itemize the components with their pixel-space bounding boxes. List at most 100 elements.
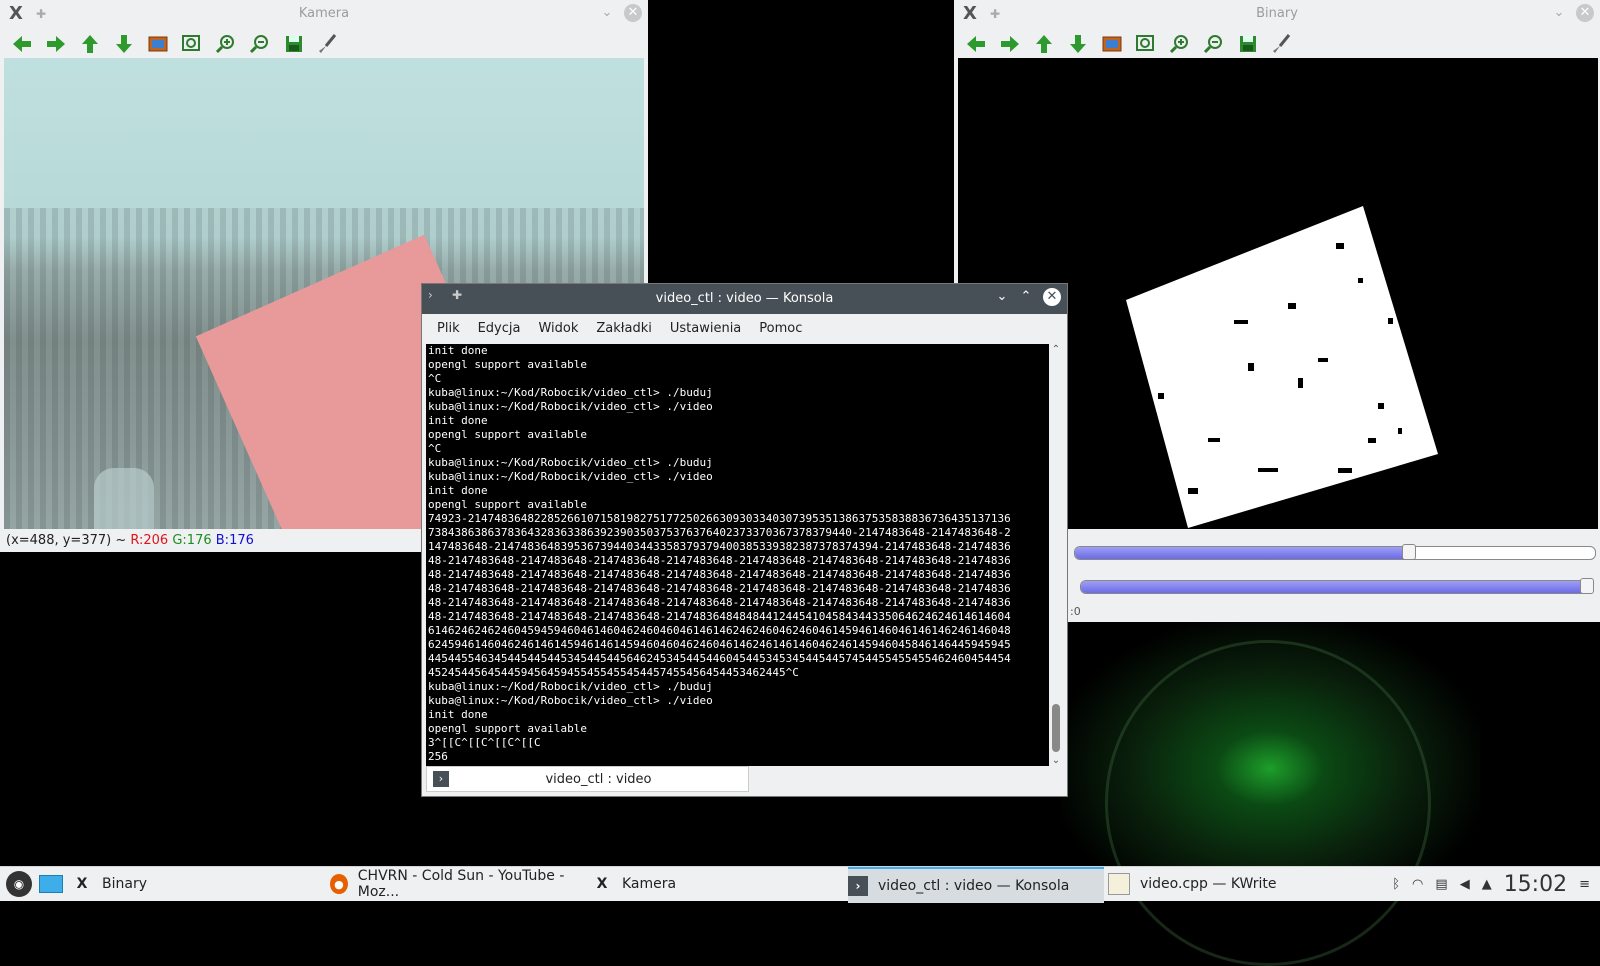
binary-toolbar [954, 30, 1294, 58]
pin-icon[interactable]: ✚ [36, 7, 50, 21]
terminal-icon: › [848, 876, 868, 896]
terminal-line: 74923-2147483648228526610715819827517725… [428, 512, 1011, 525]
task-kamera[interactable]: X Kamera [592, 867, 844, 901]
zoom-out-icon[interactable] [1202, 32, 1226, 56]
task-kwrite[interactable]: video.cpp — KWrite [1108, 867, 1358, 901]
terminal-line: init done [428, 484, 488, 497]
slider-label: :0 [1070, 605, 1081, 618]
up-arrow-icon[interactable] [1032, 32, 1056, 56]
zoom-in-icon[interactable] [1168, 32, 1192, 56]
terminal-scrollbar[interactable]: ⌃ ⌄ [1049, 344, 1063, 766]
image-icon[interactable] [1100, 32, 1124, 56]
task-label: video_ctl : video — Konsola [878, 878, 1070, 894]
terminal-line: init done [428, 708, 488, 721]
terminal-line: 48-2147483648-2147483648-2147483648-2147… [428, 554, 1011, 567]
task-konsole[interactable]: › video_ctl : video — Konsola [848, 867, 1104, 903]
status-red: R:206 [130, 533, 169, 548]
maximize-icon[interactable]: ⌃ [1019, 290, 1033, 304]
terminal-line: 3^[[C^[[C^[[C^[[C [428, 736, 541, 749]
binary-titlebar[interactable]: X ✚ Binary ⌄ ✕ [954, 0, 1600, 28]
zoom-fit-icon[interactable] [180, 32, 204, 56]
terminal-line: kuba@linux:~/Kod/Robocik/video_ctl> ./bu… [428, 456, 713, 469]
taskbar: ◉ X Binary ● CHVRN - Cold Sun - YouTube … [0, 866, 1600, 903]
terminal-line: 6245946146046246146145946146145946046046… [428, 638, 1011, 651]
chevron-down-icon[interactable]: ⌄ [1552, 6, 1566, 20]
scroll-down-icon[interactable]: ⌄ [1049, 755, 1063, 766]
scroll-up-icon[interactable]: ⌃ [1049, 344, 1063, 355]
konsole-titlebar[interactable]: › ✚ video_ctl : video — Konsola ⌄ ⌃ ✕ [422, 284, 1067, 314]
window-title: Kamera [298, 6, 350, 21]
wifi-icon[interactable]: ◠ [1412, 877, 1423, 892]
task-binary[interactable]: X Binary [72, 867, 324, 901]
menu-widok[interactable]: Widok [529, 321, 587, 336]
save-icon[interactable] [282, 32, 306, 56]
konsole-window: › ✚ video_ctl : video — Konsola ⌄ ⌃ ✕ Pl… [421, 283, 1068, 797]
tray-expand-icon[interactable]: ▲ [1482, 877, 1492, 892]
threshold-slider-1[interactable] [1074, 546, 1596, 560]
zoom-in-icon[interactable] [214, 32, 238, 56]
save-icon[interactable] [1236, 32, 1260, 56]
threshold-slider-2[interactable] [1080, 580, 1592, 594]
zoom-fit-icon[interactable] [1134, 32, 1158, 56]
task-label: CHVRN - Cold Sun - YouTube - Moz... [357, 868, 565, 900]
close-icon[interactable]: ✕ [1043, 288, 1061, 306]
menu-zakladki[interactable]: Zakładki [587, 321, 660, 336]
brush-icon[interactable] [1270, 32, 1294, 56]
task-firefox[interactable]: ● CHVRN - Cold Sun - YouTube - Moz... [330, 867, 582, 901]
bluetooth-icon[interactable]: ᛒ [1392, 877, 1400, 892]
pin-icon[interactable]: ✚ [990, 7, 1004, 21]
application-launcher[interactable]: ◉ [2, 867, 36, 901]
down-arrow-icon[interactable] [112, 32, 136, 56]
menu-edycja[interactable]: Edycja [469, 321, 530, 336]
down-arrow-icon[interactable] [1066, 32, 1090, 56]
x-app-icon[interactable]: X [960, 4, 980, 24]
zoom-out-icon[interactable] [248, 32, 272, 56]
terminal-line: 7384386386378364328363386392390350375376… [428, 526, 1011, 539]
menu-plik[interactable]: Plik [428, 321, 469, 336]
minimize-icon[interactable]: ⌄ [995, 290, 1009, 304]
terminal-output[interactable]: init done opengl support available ^C kuba@… [426, 344, 1051, 766]
desktop-background-ring [1105, 640, 1431, 966]
kamera-titlebar[interactable]: X ✚ Kamera ⌄ ✕ [0, 0, 648, 28]
terminal-line: opengl support available [428, 428, 587, 441]
kwrite-icon [1108, 873, 1130, 895]
terminal-line: kuba@linux:~/Kod/Robocik/video_ctl> ./vi… [428, 400, 713, 413]
terminal-line: ^C [428, 372, 442, 385]
pixel-status: (x=488, y=377) ~ R:206 G:176 B:176 [6, 533, 254, 548]
back-arrow-icon[interactable] [964, 32, 988, 56]
scrollbar-thumb[interactable] [1052, 704, 1060, 752]
brush-icon[interactable] [316, 32, 340, 56]
menu-pomoc[interactable]: Pomoc [750, 321, 811, 336]
up-arrow-icon[interactable] [78, 32, 102, 56]
terminal-line: 48-2147483648-2147483648-2147483648-2147… [428, 568, 1011, 581]
forward-arrow-icon[interactable] [44, 32, 68, 56]
clock[interactable]: 15:02 [1504, 872, 1567, 897]
terminal-icon[interactable]: › [428, 288, 442, 302]
terminal-line: ^C [428, 442, 442, 455]
slider-1-handle[interactable] [1402, 544, 1416, 560]
slider-2-handle[interactable] [1580, 578, 1594, 594]
forward-arrow-icon[interactable] [998, 32, 1022, 56]
konsole-menubar: Plik Edycja Widok Zakładki Ustawienia Po… [422, 314, 1067, 342]
image-icon[interactable] [146, 32, 170, 56]
menu-icon[interactable]: ≡ [1579, 877, 1590, 892]
konsole-tab[interactable]: › video_ctl : video [426, 766, 749, 792]
terminal-line: kuba@linux:~/Kod/Robocik/video_ctl> ./bu… [428, 680, 713, 693]
window-title: video_ctl : video — Konsola [655, 291, 834, 306]
terminal-line: kuba@linux:~/Kod/Robocik/video_ctl> ./vi… [428, 470, 713, 483]
pager[interactable] [38, 867, 64, 901]
terminal-icon: › [433, 771, 449, 787]
chevron-down-icon[interactable]: ⌄ [600, 6, 614, 20]
kamera-toolbar [0, 30, 340, 58]
close-icon[interactable]: ✕ [624, 4, 642, 22]
opensuse-icon: ◉ [6, 871, 32, 897]
volume-muted-icon[interactable]: ◀ [1460, 877, 1470, 892]
x-app-icon[interactable]: X [6, 4, 26, 24]
back-arrow-icon[interactable] [10, 32, 34, 56]
x-app-icon: X [76, 876, 88, 892]
close-icon[interactable]: ✕ [1576, 4, 1594, 22]
terminal-line: opengl support available [428, 358, 587, 371]
clipboard-icon[interactable]: ▤ [1435, 877, 1447, 892]
menu-ustawienia[interactable]: Ustawienia [661, 321, 750, 336]
pin-icon[interactable]: ✚ [452, 288, 466, 302]
